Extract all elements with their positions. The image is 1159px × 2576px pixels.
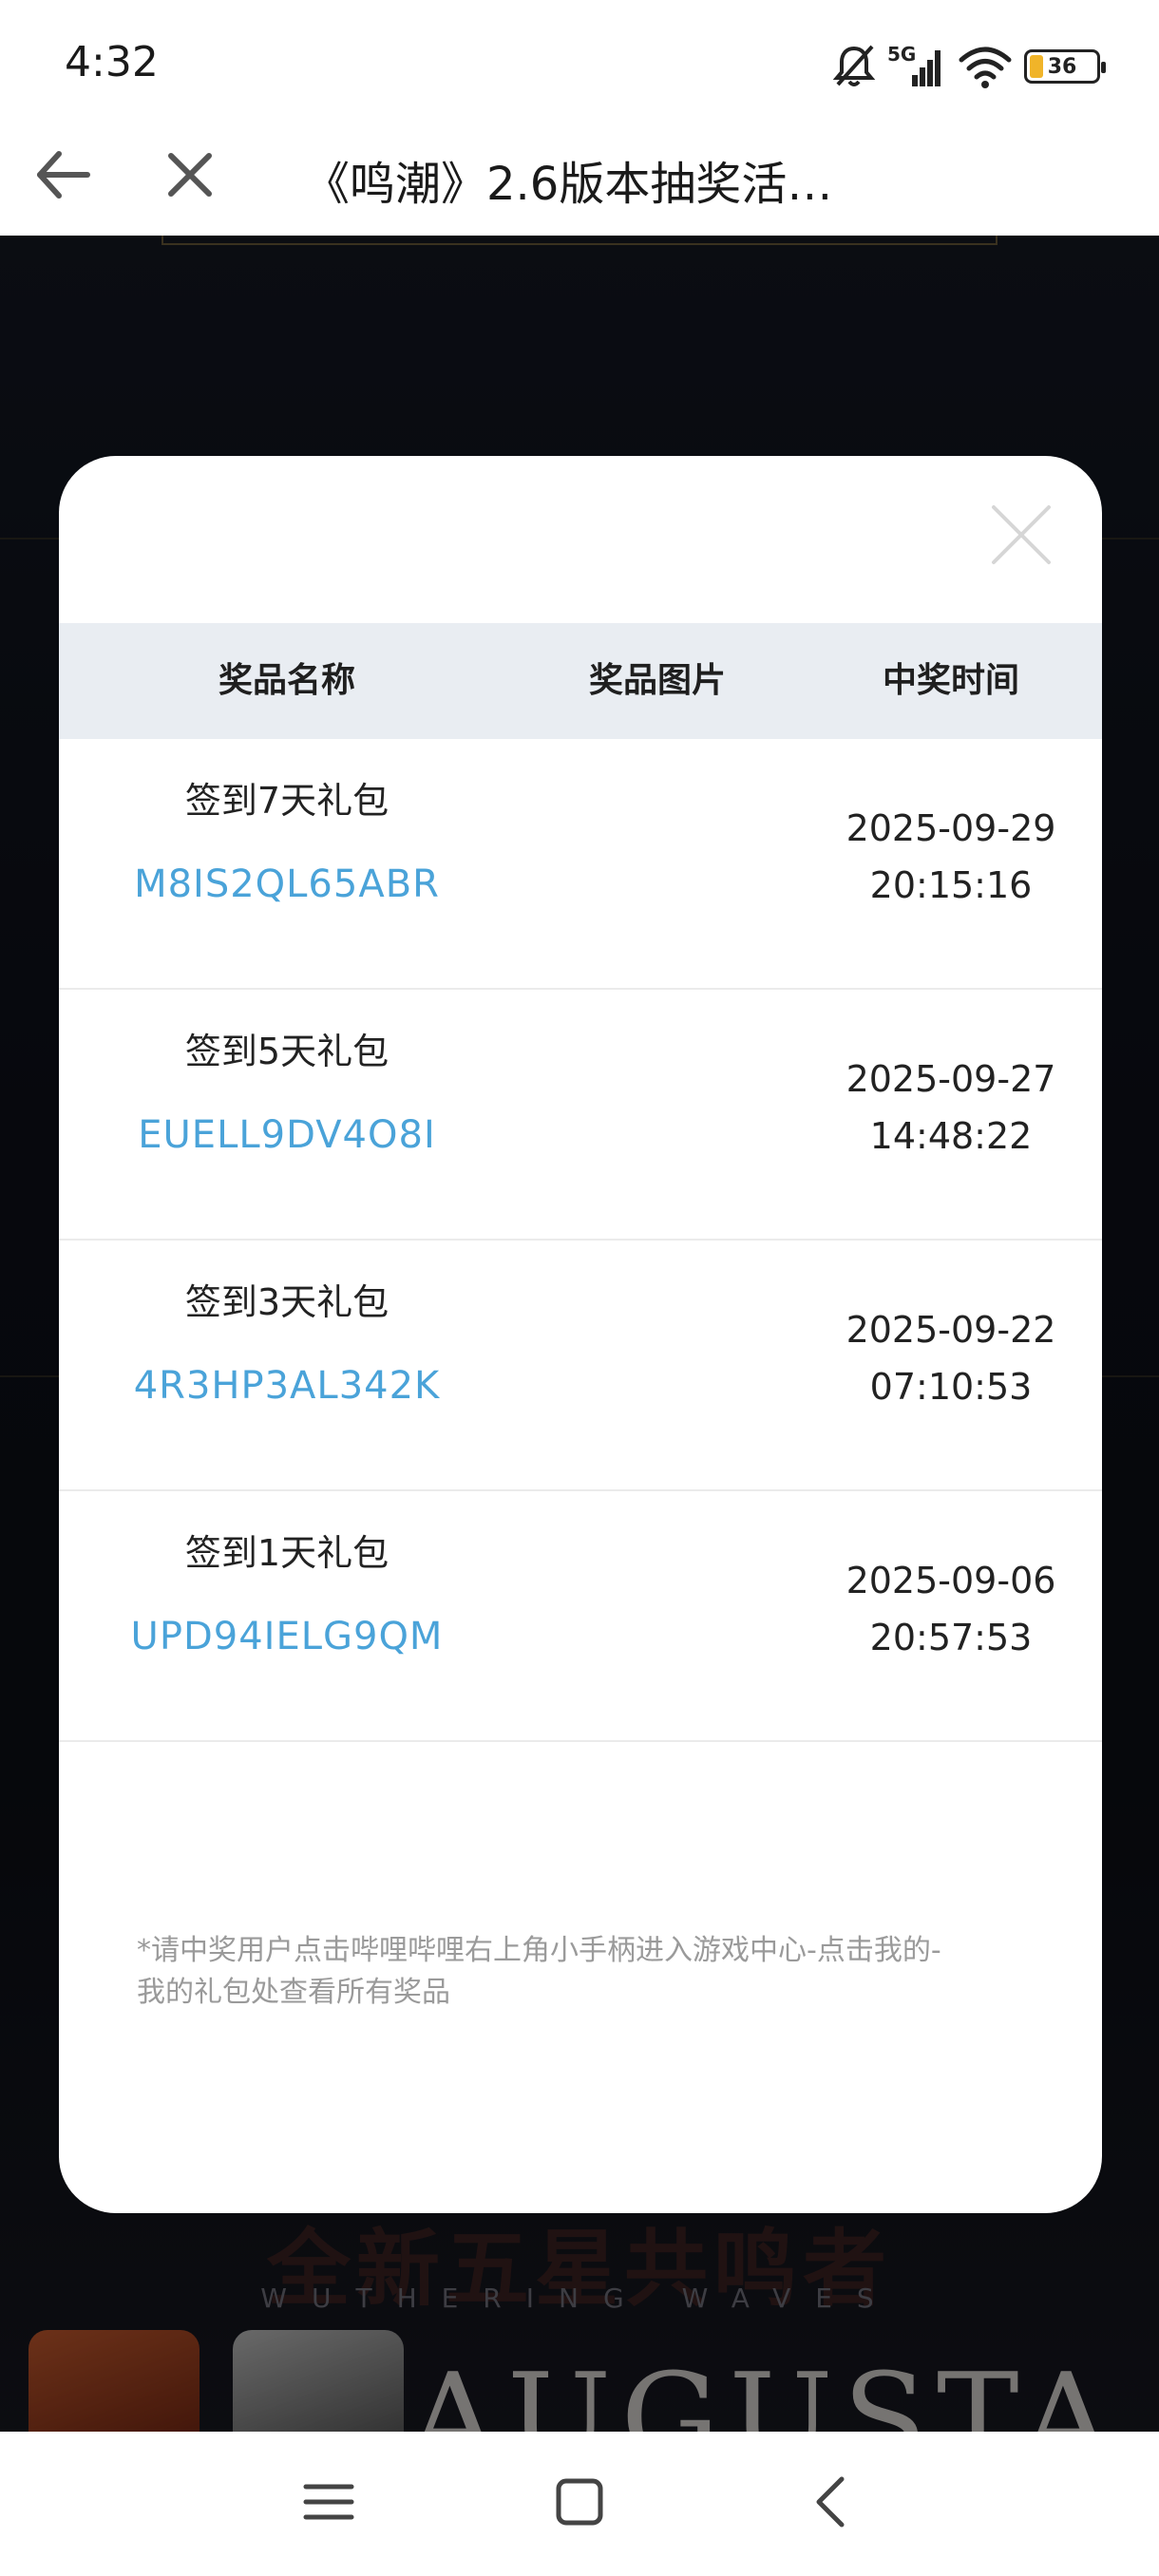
column-header-prize-name: 奖品名称 [218,661,355,700]
prize-table-body: 签到7天礼包 M8IS2QL65ABR 2025-09-29 20:15:16 … [59,739,1102,1742]
win-time: 2025-09-06 20:57:53 [800,1552,1102,1666]
win-time: 2025-09-27 14:48:22 [800,1051,1102,1165]
redeem-instructions: *请中奖用户点击哔哩哔哩右上角小手柄进入游戏中心-点击我的- 我的礼包处查看所有… [137,1930,1049,2014]
menu-icon[interactable] [291,2464,367,2540]
win-clock: 07:10:53 [869,1366,1033,1408]
battery-icon: 36 [1024,49,1106,84]
table-row: 签到7天礼包 M8IS2QL65ABR 2025-09-29 20:15:16 [59,739,1102,990]
status-icons: 5G 36 [832,38,1106,95]
table-row: 签到5天礼包 EUELL9DV4O8I 2025-09-27 14:48:22 [59,990,1102,1241]
wifi-icon [959,47,1012,88]
win-clock: 20:15:16 [869,864,1033,906]
prize-code[interactable]: 4R3HP3AL342K [59,1364,515,1408]
back-icon[interactable] [794,2464,870,2540]
prize-name: 签到7天礼包 [184,780,390,822]
status-bar: 4:32 5G 36 [0,0,1159,133]
home-icon[interactable] [542,2464,618,2540]
win-clock: 20:57:53 [869,1617,1033,1658]
column-header-prize-image: 奖品图片 [588,661,726,700]
system-nav-bar [0,2432,1159,2576]
battery-level: 36 [1047,54,1077,79]
close-icon[interactable] [156,141,224,209]
browser-nav-bar: 《鸣潮》2.6版本抽奖活… [0,133,1159,236]
close-icon[interactable] [990,503,1053,566]
status-time: 4:32 [65,38,159,86]
win-time: 2025-09-22 07:10:53 [800,1301,1102,1415]
table-row: 签到3天礼包 4R3HP3AL342K 2025-09-22 07:10:53 [59,1241,1102,1491]
prize-name: 签到5天礼包 [184,1031,390,1072]
table-header: 奖品名称 奖品图片 中奖时间 [59,623,1102,739]
bell-off-icon [832,45,876,86]
prize-code[interactable]: UPD94IELG9QM [59,1615,515,1658]
prize-record-modal: 奖品名称 奖品图片 中奖时间 签到7天礼包 M8IS2QL65ABR 2025-… [59,456,1102,2213]
win-date: 2025-09-06 [846,1560,1056,1601]
prize-code[interactable]: EUELL9DV4O8I [59,1113,515,1157]
prize-code[interactable]: M8IS2QL65ABR [59,862,515,906]
table-row: 签到1天礼包 UPD94IELG9QM 2025-09-06 20:57:53 [59,1491,1102,1742]
win-clock: 14:48:22 [869,1115,1033,1157]
prize-name: 签到1天礼包 [184,1532,390,1574]
prize-name: 签到3天礼包 [184,1281,390,1323]
column-header-win-time: 中奖时间 [882,661,1019,700]
win-time: 2025-09-29 20:15:16 [800,800,1102,914]
signal-icon: 5G [887,43,946,90]
win-date: 2025-09-22 [846,1309,1056,1351]
footnote-line: *请中奖用户点击哔哩哔哩右上角小手柄进入游戏中心-点击我的- [137,1934,941,1967]
back-arrow-icon[interactable] [28,141,97,209]
win-date: 2025-09-29 [846,807,1056,849]
page-title: 《鸣潮》2.6版本抽奖活… [304,158,833,211]
footnote-line: 我的礼包处查看所有奖品 [137,1976,450,2009]
win-date: 2025-09-27 [846,1058,1056,1100]
